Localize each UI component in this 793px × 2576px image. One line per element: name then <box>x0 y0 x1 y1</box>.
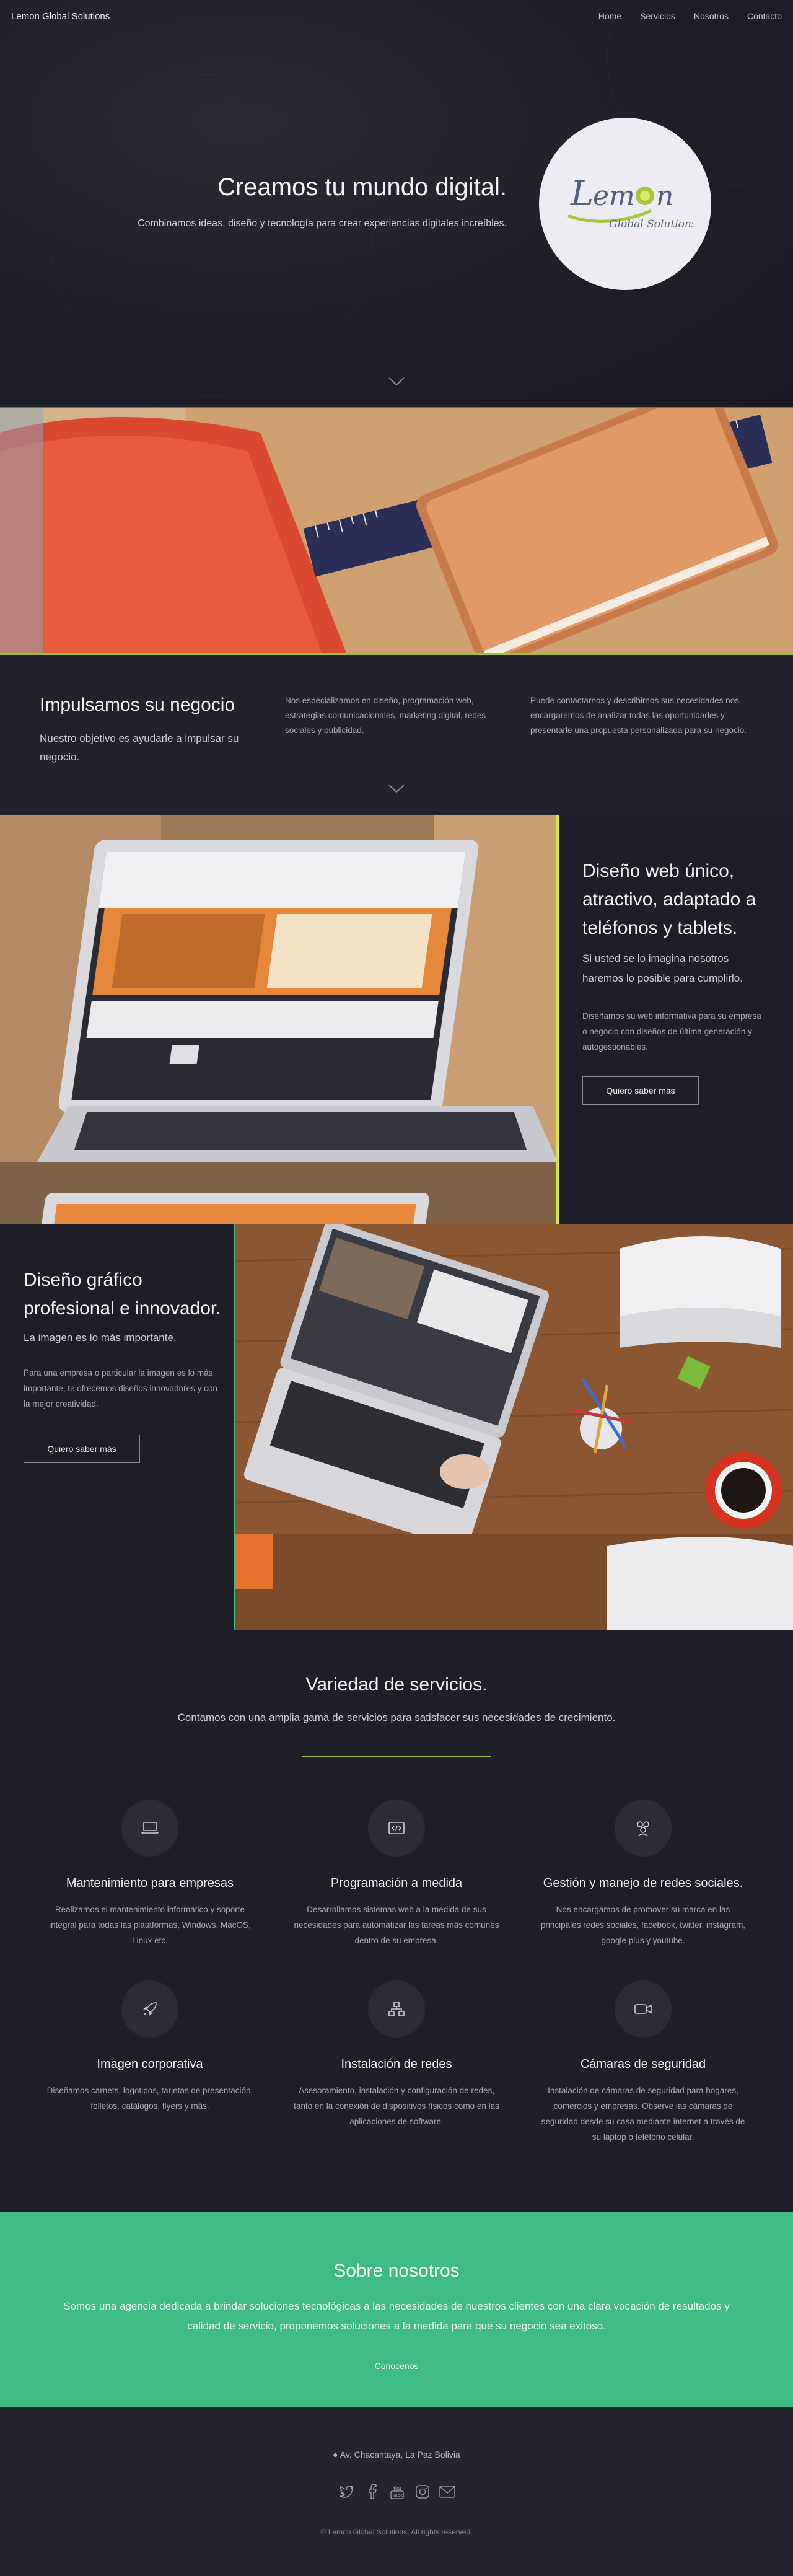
services-subtitle: Contamos con una amplia gama de servicio… <box>177 1712 616 1723</box>
brand-name[interactable]: Lemon Global Solutions <box>11 11 110 22</box>
svg-text:You: You <box>392 2486 401 2491</box>
service-card: Gestión y manejo de redes sociales. Nos … <box>532 1800 755 1948</box>
footer: ● Av. Chacantaya, La Paz Bolivia You Tube… <box>0 2407 793 2576</box>
services-section: Variedad de servicios. Contamos con una … <box>0 1630 793 2212</box>
about-us-button[interactable]: Conocenos <box>351 2352 442 2380</box>
network-icon <box>368 1980 425 2038</box>
laptop-icon <box>121 1800 178 1857</box>
svg-text:L: L <box>570 174 594 214</box>
scroll-down-icon[interactable] <box>387 783 406 795</box>
service-name: Instalación de redes <box>341 2057 452 2071</box>
workspace-photo <box>0 408 793 654</box>
location-pin-icon: ● <box>333 2450 338 2460</box>
svg-text:em: em <box>593 180 635 212</box>
camera-icon <box>615 1980 672 2038</box>
facebook-icon[interactable] <box>364 2483 381 2500</box>
service-name: Imagen corporativa <box>97 2057 203 2071</box>
workspace-illustration <box>0 408 793 654</box>
service-description: Instalación de cámaras de seguridad para… <box>541 2086 745 2142</box>
impulse-text-specialties: Nos especializamos en diseño, programaci… <box>285 696 486 735</box>
service-name: Cámaras de seguridad <box>580 2057 706 2071</box>
scroll-down-icon[interactable] <box>387 376 406 388</box>
svg-text:n: n <box>656 180 673 212</box>
hero-section: Creamos tu mundo digital. Combinamos ide… <box>0 0 793 408</box>
rocket-icon <box>121 1980 178 2038</box>
service-description: Diseñamos carnets, logotipos, tarjetas d… <box>46 2086 253 2111</box>
impulse-title: Impulsamos su negocio <box>40 695 235 715</box>
service-description: Realizamos el mantenimiento informático … <box>49 1905 251 1945</box>
mail-icon[interactable] <box>439 2483 456 2500</box>
web-learn-more-button[interactable]: Quiero saber más <box>582 1076 699 1105</box>
service-name: Mantenimiento para empresas <box>66 1876 234 1890</box>
hero-subtitle: Combinamos ideas, diseño y tecnología pa… <box>138 218 507 229</box>
top-navbar: Lemon Global Solutions Home Servicios No… <box>0 0 793 32</box>
web-accent-bar <box>556 815 559 1224</box>
about-title: Sobre nosotros <box>333 2261 460 2281</box>
graphic-design-subtitle: La imagen es lo más importante. <box>24 1332 177 1343</box>
copyright: © Lemon Global Solutions. All rights res… <box>320 2528 473 2536</box>
social-links: You Tube <box>338 2483 456 2500</box>
service-card: Cámaras de seguridad Instalación de cáma… <box>532 1980 755 2145</box>
service-description: Asesoramiento, instalación y configuraci… <box>294 2086 499 2126</box>
hero-title: Creamos tu mundo digital. <box>217 174 507 201</box>
company-logo: L em n Global Solutions <box>539 118 711 290</box>
graphic-design-title: Diseño gráfico profesional e innovador. <box>24 1270 221 1319</box>
address: ● Av. Chacantaya, La Paz Bolivia <box>0 2450 793 2460</box>
service-card: Imagen corporativa Diseñamos carnets, lo… <box>38 1980 261 2114</box>
graphic-design-section: Diseño gráfico profesional e innovador. … <box>0 1224 793 1630</box>
hero-decoration <box>50 74 372 397</box>
nav-link-home[interactable]: Home <box>598 11 621 21</box>
about-text: Somos una agencia dedicada a brindar sol… <box>63 2300 730 2332</box>
graphic-learn-more-button[interactable]: Quiero saber más <box>24 1435 140 1463</box>
nav-link-servicios[interactable]: Servicios <box>640 11 675 21</box>
graphic-design-text: Para una empresa o particular la imagen … <box>24 1368 217 1409</box>
twitter-icon[interactable] <box>338 2483 356 2500</box>
svg-text:Tube: Tube <box>392 2493 403 2498</box>
address-text: Av. Chacantaya, La Paz Bolivia <box>340 2450 460 2460</box>
nav-link-nosotros[interactable]: Nosotros <box>694 11 729 21</box>
code-icon <box>368 1800 425 1857</box>
desk-illustration <box>235 1224 793 1630</box>
youtube-icon[interactable]: You Tube <box>388 2483 406 2500</box>
web-design-text: Diseñamos su web informativa para su emp… <box>582 1011 761 1052</box>
impulse-section: Impulsamos su negocio Nuestro objetivo e… <box>0 655 793 815</box>
service-card: Mantenimiento para empresas Realizamos e… <box>38 1800 261 1948</box>
impulse-subtitle: Nuestro objetivo es ayudarle a impulsar … <box>40 732 239 763</box>
service-card: Instalación de redes Asesoramiento, inst… <box>285 1980 508 2129</box>
service-description: Desarrollamos sistemas web a la medida d… <box>294 1905 499 1945</box>
service-name: Gestión y manejo de redes sociales. <box>543 1876 743 1890</box>
web-design-section: Diseño web único, atractivo, adaptado a … <box>0 815 793 1224</box>
services-title: Variedad de servicios. <box>305 1674 488 1695</box>
web-design-title: Diseño web único, atractivo, adaptado a … <box>582 861 756 938</box>
laptop-website-photo <box>0 815 558 1224</box>
svg-text:Global Solutions: Global Solutions <box>609 218 693 231</box>
users-icon <box>615 1800 672 1857</box>
services-divider <box>302 1756 491 1757</box>
about-section: Sobre nosotros Somos una agencia dedicad… <box>0 2212 793 2407</box>
service-card: Programación a medida Desarrollamos sist… <box>285 1800 508 1948</box>
nav-link-contacto[interactable]: Contacto <box>747 11 782 21</box>
nav-links: Home Servicios Nosotros Contacto <box>598 11 782 21</box>
laptop-illustration <box>0 815 558 1224</box>
impulse-text-contact: Puede contactarnos y describirnos sus ne… <box>530 696 747 735</box>
service-name: Programación a medida <box>330 1876 463 1890</box>
lemon-logo-mark: L em n Global Solutions <box>567 174 693 231</box>
service-description: Nos encargamos de promover su marca en l… <box>540 1905 746 1945</box>
web-design-subtitle: Si usted se lo imagina nosotros haremos … <box>582 952 743 984</box>
desk-laptop-photo <box>235 1224 793 1630</box>
instagram-icon[interactable] <box>414 2483 431 2500</box>
